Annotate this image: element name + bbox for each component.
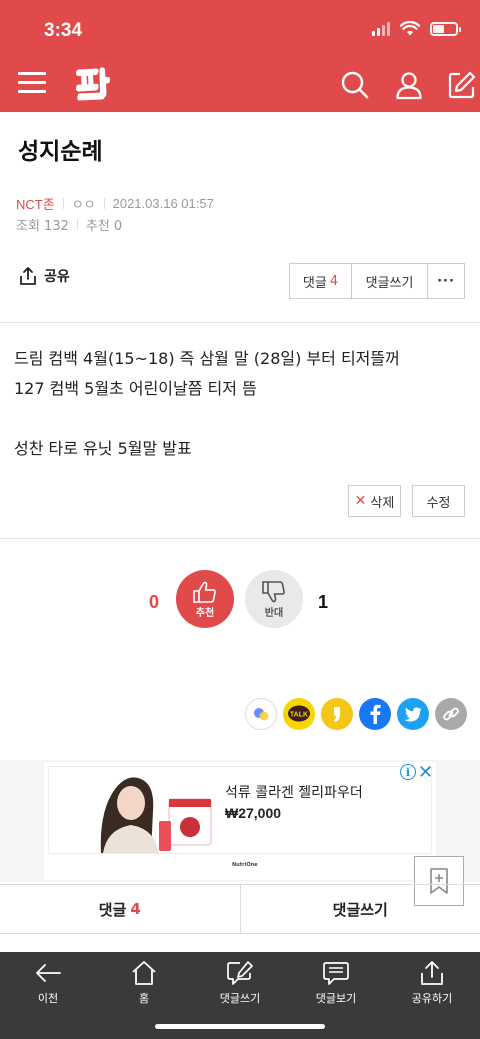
upvote-count: 0	[149, 592, 160, 612]
kakaostory-icon[interactable]	[245, 698, 277, 730]
downvote-button[interactable]: 반대	[245, 570, 303, 628]
ad-product-image	[100, 777, 212, 853]
divider	[0, 322, 480, 323]
close-icon: ✕	[354, 493, 367, 509]
status-icons	[372, 21, 461, 36]
home-indicator	[155, 1024, 325, 1029]
battery-icon	[430, 21, 461, 36]
divider	[0, 538, 480, 539]
upvote-label: 추천	[195, 607, 215, 619]
twitter-icon[interactable]	[397, 698, 429, 730]
share-icon	[20, 267, 36, 285]
comments-button[interactable]: 댓글 4	[290, 264, 352, 298]
wifi-icon	[400, 21, 420, 36]
post-stats: 조회 132 추천 0	[16, 215, 122, 234]
delete-label: 삭제	[370, 495, 395, 511]
share-icon	[421, 961, 443, 985]
divider	[76, 219, 78, 230]
signal-icon	[372, 21, 390, 36]
divider	[62, 198, 64, 209]
thumbs-down-icon	[262, 580, 285, 602]
share-button[interactable]: 공유	[18, 266, 70, 286]
downvote-count: 1	[318, 592, 329, 612]
comments-count: 4	[329, 273, 339, 289]
svg-text:TALK: TALK	[290, 712, 308, 719]
tab-label: 이전	[37, 992, 59, 1005]
share-label: 공유	[44, 269, 70, 285]
ad-brand: NutriOne	[232, 862, 258, 868]
recommend-count: 추천 0	[85, 219, 123, 234]
write-comment-tab[interactable]: 댓글쓰기	[241, 885, 480, 933]
post-action-group: 댓글 4 댓글쓰기 ···	[289, 263, 465, 299]
link-icon[interactable]	[435, 698, 467, 730]
ad-card[interactable]: 석류 콜라겐 젤리파우더 ₩27,000	[48, 766, 432, 854]
info-icon[interactable]: i	[400, 764, 416, 780]
downvote-label: 반대	[264, 607, 284, 619]
kakaotalk-icon[interactable]: TALK	[283, 698, 315, 730]
post-line	[14, 404, 400, 434]
divider	[103, 198, 105, 209]
tab-label: 댓글쓰기	[219, 992, 261, 1005]
write-icon[interactable]	[447, 70, 477, 100]
post-line: 드림 컴백 4월(15~18) 즉 삼월 말 (28일) 부터 티저뜰꺼	[14, 349, 400, 368]
author-name: ㅇㅇ	[71, 197, 96, 212]
post-line: 성찬 타로 유닛 5월말 발표	[14, 439, 192, 458]
comments-tab[interactable]: 댓글 4	[0, 885, 241, 933]
post-line: 127 컴백 5월초 어린이날쯤 티저 뜸	[14, 379, 257, 398]
comment-write-icon	[227, 961, 253, 985]
comment-actions: 댓글 4 댓글쓰기	[0, 884, 480, 934]
nav-bar	[0, 62, 480, 108]
comments-label: 댓글	[98, 900, 127, 919]
comment-view-icon	[323, 962, 349, 985]
search-icon[interactable]	[340, 70, 370, 100]
close-icon[interactable]: ✕	[418, 762, 433, 783]
write-comment-button[interactable]: 댓글쓰기	[352, 264, 428, 298]
ad-banner[interactable]: 석류 콜라겐 젤리파우더 ₩27,000 NutriOne i ✕	[44, 762, 436, 880]
ad-title: 석류 콜라겐 젤리파우더	[225, 785, 363, 801]
user-icon[interactable]	[394, 70, 424, 100]
tab-share[interactable]: 공유하기	[384, 952, 480, 1039]
top-header: 3:34	[0, 0, 480, 112]
ad-price: ₩27,000	[225, 805, 282, 821]
tab-label: 홈	[138, 992, 150, 1005]
tab-label: 공유하기	[411, 992, 453, 1005]
post-datetime: 2021.03.16 01:57	[112, 196, 214, 211]
post-meta: NCT존 ㅇㅇ 2021.03.16 01:57	[16, 194, 214, 213]
status-time: 3:34	[44, 20, 83, 41]
pann-logo[interactable]	[72, 64, 112, 104]
arrow-left-icon	[36, 964, 61, 982]
comments-count: 4	[130, 900, 141, 918]
thumbs-up-icon	[193, 581, 216, 603]
view-count: 조회 132	[16, 219, 69, 234]
post-body: 드림 컴백 4월(15~18) 즉 삼월 말 (28일) 부터 티저뜰꺼 127…	[14, 344, 400, 464]
home-icon	[132, 961, 156, 985]
tab-back[interactable]: 이전	[0, 952, 96, 1039]
board-link[interactable]: NCT존	[16, 194, 55, 213]
edit-button[interactable]: 수정	[412, 485, 465, 517]
more-button[interactable]: ···	[428, 264, 464, 298]
delete-button[interactable]: ✕ 삭제	[348, 485, 401, 517]
facebook-icon[interactable]	[359, 698, 391, 730]
upvote-button[interactable]: 추천	[176, 570, 234, 628]
comments-label: 댓글	[302, 275, 327, 291]
kakao-channel-icon[interactable]	[321, 698, 353, 730]
post-title: 성지순례	[18, 139, 103, 165]
menu-icon[interactable]	[18, 72, 46, 96]
tab-label: 댓글보기	[315, 992, 357, 1005]
